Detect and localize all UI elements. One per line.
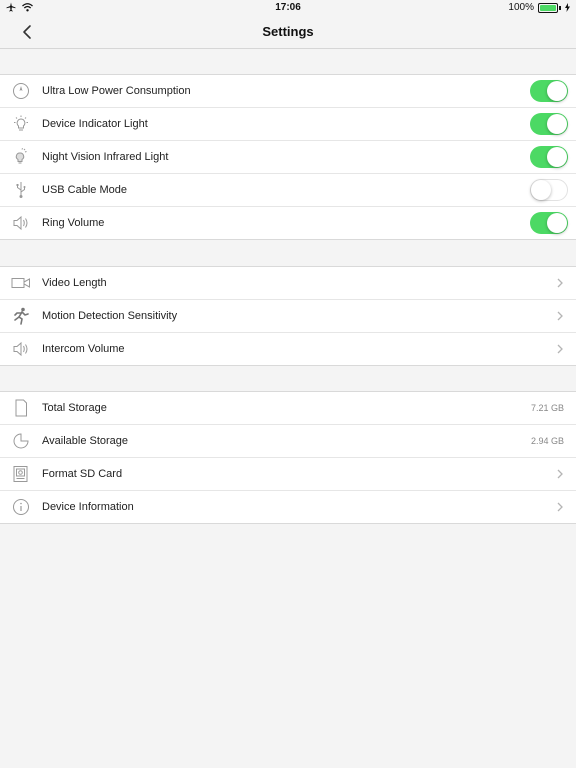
device-indicator-light-toggle[interactable] (530, 113, 568, 135)
usb-icon (16, 182, 26, 198)
settings-row-motion-detection[interactable]: Motion Detection Sensitivity (0, 300, 576, 333)
toggle-settings-group: Ultra Low Power Consumption Device Indic… (0, 74, 576, 240)
settings-row-label: Device Information (42, 501, 134, 513)
chevron-right-icon (557, 502, 563, 512)
sd-card-icon (15, 399, 27, 417)
chevron-right-icon (557, 344, 563, 354)
usb-cable-mode-toggle[interactable] (530, 179, 568, 201)
battery-icon (538, 2, 558, 13)
settings-row-format-sd-card[interactable]: Format SD Card (0, 458, 576, 491)
settings-row-video-length[interactable]: Video Length (0, 267, 576, 300)
info-icon (13, 499, 29, 515)
chevron-right-icon (557, 278, 563, 288)
settings-row-label: Device Indicator Light (42, 118, 148, 130)
charging-bolt-icon (565, 3, 570, 12)
ring-volume-toggle[interactable] (530, 212, 568, 234)
settings-row-night-vision: Night Vision Infrared Light (0, 141, 576, 174)
running-person-icon (14, 307, 29, 325)
settings-row-label: Intercom Volume (42, 343, 125, 355)
chevron-right-icon (557, 469, 563, 479)
status-time: 17:06 (275, 2, 301, 13)
storage-settings-group: Total Storage 7.21 GB Available Storage … (0, 391, 576, 524)
settings-row-label: Available Storage (42, 435, 129, 447)
speaker-icon (13, 215, 28, 231)
chevron-right-icon (557, 311, 563, 321)
settings-row-label: Motion Detection Sensitivity (42, 310, 178, 322)
settings-row-label: Format SD Card (42, 468, 123, 480)
status-bar: 17:06 100% (0, 0, 576, 16)
media-settings-group: Video Length Motion Detection Sensitivit… (0, 266, 576, 366)
settings-row-total-storage: Total Storage 7.21 GB (0, 392, 576, 425)
settings-row-label: Night Vision Infrared Light (42, 151, 169, 163)
settings-row-usb-cable-mode: USB Cable Mode (0, 174, 576, 207)
settings-row-label: Ultra Low Power Consumption (42, 85, 191, 97)
settings-row-available-storage: Available Storage 2.94 GB (0, 425, 576, 458)
settings-row-label: Video Length (42, 277, 107, 289)
night-vision-toggle[interactable] (530, 146, 568, 168)
settings-row-label: Total Storage (42, 402, 107, 414)
power-icon (13, 83, 29, 99)
format-icon (13, 466, 28, 482)
battery-percent: 100% (508, 2, 534, 13)
settings-row-device-information[interactable]: Device Information (0, 491, 576, 523)
settings-row-label: Ring Volume (42, 217, 105, 229)
pie-chart-icon (13, 433, 29, 449)
infrared-bulb-icon (15, 148, 27, 164)
navigation-bar: Settings (0, 16, 576, 49)
settings-row-intercom-volume[interactable]: Intercom Volume (0, 333, 576, 365)
settings-row-ultra-low-power: Ultra Low Power Consumption (0, 75, 576, 108)
ultra-low-power-toggle[interactable] (530, 80, 568, 102)
settings-row-device-indicator-light: Device Indicator Light (0, 108, 576, 141)
settings-row-ring-volume: Ring Volume (0, 207, 576, 239)
bulb-icon (14, 115, 28, 131)
settings-row-label: USB Cable Mode (42, 184, 127, 196)
video-camera-icon (11, 278, 30, 288)
available-storage-value: 2.94 GB (530, 436, 564, 446)
speaker-icon (13, 341, 28, 357)
total-storage-value: 7.21 GB (530, 403, 564, 413)
page-title: Settings (262, 24, 314, 39)
